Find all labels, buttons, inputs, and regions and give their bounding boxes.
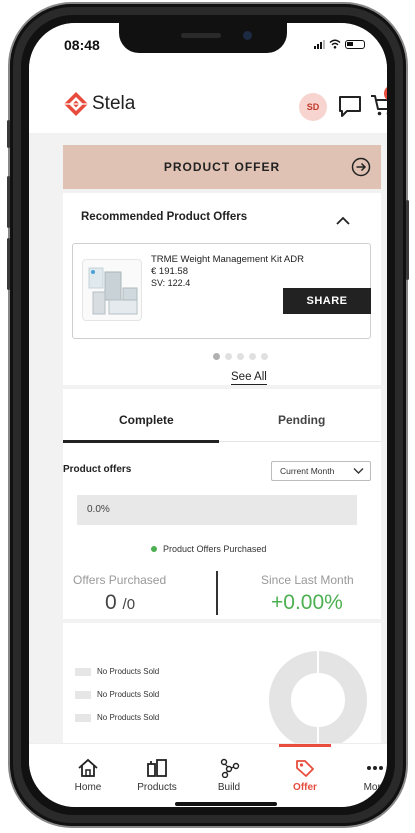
chat-icon[interactable]: [337, 93, 363, 119]
tab-complete[interactable]: Complete: [119, 413, 174, 427]
offers-purchased-count: 0: [105, 591, 117, 614]
recommended-section: Recommended Product Offers TRME Weight M…: [63, 193, 381, 385]
recommended-title: Recommended Product Offers: [81, 211, 248, 223]
product-kit-image: [88, 267, 138, 315]
legend-swatch: [75, 713, 91, 722]
carousel-dots[interactable]: [213, 353, 268, 360]
mute-switch: [7, 120, 10, 148]
signal-icon: [314, 39, 325, 49]
screen: 08:48 Stela SD PRODUCT OFFER Recommended…: [29, 23, 387, 807]
build-network-icon: [220, 758, 240, 778]
carousel-dot[interactable]: [237, 353, 244, 360]
product-offer-title: PRODUCT OFFER: [163, 160, 281, 174]
share-button[interactable]: SHARE: [283, 288, 371, 314]
front-camera: [243, 31, 252, 40]
power-button: [406, 200, 409, 280]
nav-home[interactable]: Home: [58, 758, 118, 793]
period-select[interactable]: Current Month: [271, 461, 371, 481]
active-tab-indicator: [63, 440, 219, 443]
more-dots-icon: [367, 766, 383, 770]
sales-donut-chart: [269, 651, 367, 749]
nav-home-label: Home: [74, 782, 102, 793]
products-icon: [147, 759, 167, 777]
product-thumbnail: [82, 259, 142, 321]
offer-tag-icon: [296, 760, 314, 777]
carousel-dot[interactable]: [249, 353, 256, 360]
status-bar: 08:48: [29, 23, 387, 71]
stat-divider: [216, 571, 218, 615]
since-last-month-label: Since Last Month: [261, 573, 354, 587]
progress-legend: Product Offers Purchased: [151, 544, 266, 554]
offers-purchased-total: 0: [126, 596, 136, 613]
tab-pending[interactable]: Pending: [278, 413, 325, 427]
speaker: [181, 33, 221, 38]
product-name: TRME Weight Management Kit ADR: [151, 254, 304, 265]
nav-products-label: Products: [137, 782, 177, 793]
carousel-dot[interactable]: [225, 353, 232, 360]
brand-name: Stela: [92, 93, 136, 114]
avatar[interactable]: SD: [299, 93, 327, 121]
sales-legend-item: No Products Sold: [75, 690, 159, 699]
nav-build-label: Build: [217, 782, 241, 793]
volume-up-button: [7, 176, 10, 228]
phone-frame: 08:48 Stela SD PRODUCT OFFER Recommended…: [7, 4, 409, 826]
nav-offer-label: Offer: [293, 782, 317, 793]
bottom-navigation: Home Products Build Offer More: [29, 743, 387, 807]
see-all-link[interactable]: See All: [231, 371, 267, 385]
sales-legend-item: No Products Sold: [75, 713, 159, 722]
carousel-dot[interactable]: [261, 353, 268, 360]
nav-offer[interactable]: Offer: [275, 758, 335, 793]
sales-legend-item: No Products Sold: [75, 667, 159, 676]
product-card[interactable]: TRME Weight Management Kit ADR € 191.58 …: [72, 243, 371, 339]
offers-stats-section: Complete Pending Product offers Current …: [63, 389, 381, 619]
since-last-month-value: +0.00%: [271, 591, 343, 614]
system-icons: [314, 39, 365, 49]
notch: [119, 23, 287, 53]
product-sv: SV: 122.4: [151, 278, 191, 288]
legend-swatch: [75, 667, 91, 676]
home-indicator[interactable]: [175, 802, 277, 806]
status-time: 08:48: [64, 37, 100, 53]
carousel-dot[interactable]: [213, 353, 220, 360]
phone-bezel: 08:48 Stela SD PRODUCT OFFER Recommended…: [21, 15, 395, 815]
nav-more-label: More: [363, 782, 387, 793]
volume-down-button: [7, 238, 10, 290]
product-offers-label: Product offers: [63, 464, 132, 475]
legend-text: Product Offers Purchased: [163, 544, 267, 554]
offers-purchased-value: 0 /0: [105, 591, 136, 614]
nav-more[interactable]: More: [345, 758, 387, 793]
chevron-up-icon[interactable]: [335, 213, 351, 227]
nav-products[interactable]: Products: [127, 758, 187, 793]
legend-swatch: [75, 690, 91, 699]
app-header: Stela SD 1: [29, 71, 387, 133]
period-select-value: Current Month: [280, 466, 335, 476]
nav-build[interactable]: Build: [199, 758, 259, 793]
chevron-down-icon: [353, 468, 364, 474]
active-nav-indicator: [279, 744, 331, 747]
home-icon: [78, 758, 98, 777]
arrow-right-circle-icon[interactable]: [351, 157, 371, 177]
sales-chart-section: No Products Sold No Products Sold No Pro…: [63, 623, 381, 749]
battery-icon: [345, 39, 365, 49]
product-offer-bar[interactable]: PRODUCT OFFER: [63, 145, 381, 189]
stela-logo-icon: [64, 92, 88, 116]
progress-label: 0.0%: [87, 504, 110, 515]
offers-purchased-label: Offers Purchased: [73, 573, 167, 587]
offers-progress-bar: 0.0%: [77, 495, 357, 525]
wifi-icon: [329, 39, 341, 49]
legend-dot: [151, 546, 157, 552]
product-price: € 191.58: [151, 266, 188, 277]
